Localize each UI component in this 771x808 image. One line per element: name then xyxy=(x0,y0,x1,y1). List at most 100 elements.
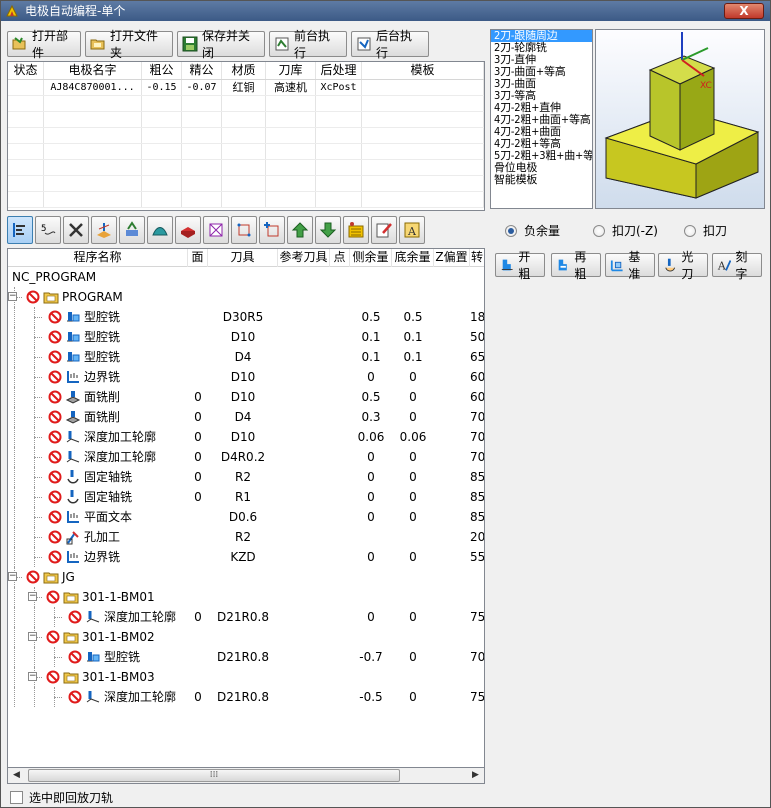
no-entry-icon xyxy=(68,650,82,664)
table-row[interactable]: 型腔铣 D10 0.1 0.1 500 xyxy=(8,327,484,347)
finish-tool-icon xyxy=(665,258,676,272)
cell-tool: D4 xyxy=(234,350,252,364)
rerough-button[interactable]: 再粗 xyxy=(551,250,601,281)
no-entry-icon xyxy=(26,570,40,584)
table-row[interactable]: 固定轴铣 0 R2 0 0 850 xyxy=(8,467,484,487)
no-entry-icon xyxy=(48,510,62,524)
tree-node[interactable]: − 301-1-BM03 xyxy=(8,667,484,687)
scroll-thumb[interactable]: ⁞⁞⁞ xyxy=(28,769,400,782)
tool-list-button[interactable] xyxy=(343,216,369,244)
scroll-left-icon[interactable]: ◀ xyxy=(8,768,25,783)
tool-path-button[interactable] xyxy=(91,216,117,244)
table-row[interactable]: 深度加工轮廓 0 D21R0.8 -0.5 0 750 xyxy=(8,687,484,707)
tree-node[interactable]: − JG xyxy=(8,567,484,587)
align-tool-button[interactable] xyxy=(7,216,33,244)
move-up-button[interactable] xyxy=(287,216,313,244)
open-folder-button[interactable]: 打开文件夹 xyxy=(85,29,173,60)
no-entry-icon xyxy=(48,330,62,344)
table-row[interactable]: 固定轴铣 0 R1 0 0 850 xyxy=(8,487,484,507)
move-down-button[interactable] xyxy=(315,216,341,244)
radio-cut-minus-z-label: 扣刀(-Z) xyxy=(612,224,658,238)
datum-button[interactable]: 基准 xyxy=(605,250,655,281)
tree-node[interactable]: NC_PROGRAM xyxy=(8,267,484,287)
save-and-close-button[interactable]: 保存并关闭 xyxy=(177,29,265,60)
add-boundary-button[interactable] xyxy=(259,216,285,244)
cell-speed: 850 xyxy=(470,470,485,484)
collapse-icon[interactable]: − xyxy=(28,672,37,681)
table-row[interactable]: 边界铣 D10 0 0 600 xyxy=(8,367,484,387)
align-left-icon xyxy=(13,223,25,237)
app-logo-icon xyxy=(6,4,18,17)
no-entry-icon xyxy=(48,470,62,484)
collapse-icon[interactable]: − xyxy=(8,572,17,581)
table-row[interactable]: 型腔铣 D4 0.1 0.1 650 xyxy=(8,347,484,367)
table-row[interactable]: 面铣削 0 D4 0.3 0 700 xyxy=(8,407,484,427)
table-row[interactable]: 面铣削 0 D10 0.5 0 600 xyxy=(8,387,484,407)
electrode-table[interactable]: 状态 电极名字 粗公 精公 材质 刀库 后处理 模板 AJ84C870001..… xyxy=(7,61,485,211)
verify-button[interactable] xyxy=(119,216,145,244)
table-row[interactable]: 深度加工轮廓 0 D10 0.06 0.06 700 xyxy=(8,427,484,447)
cell-speed: 750 xyxy=(470,610,485,624)
foreground-run-button[interactable]: 前台执行 xyxy=(269,29,347,60)
radio-cut-minus-z[interactable]: 扣刀(-Z) xyxy=(593,222,658,239)
replay-toolpath-box[interactable] xyxy=(10,791,23,804)
collapse-icon[interactable]: − xyxy=(28,592,37,601)
cell-speed: 850 xyxy=(470,490,485,504)
tree-node-label: 301-1-BM01 xyxy=(82,590,155,604)
cell-tool: D21R0.8 xyxy=(217,610,269,624)
datum-label: 基准 xyxy=(628,250,641,281)
tree-node[interactable]: − 301-1-BM02 xyxy=(8,627,484,647)
radio-negative-stock-dot[interactable] xyxy=(505,224,517,237)
cross-section-button[interactable] xyxy=(203,216,229,244)
background-run-button[interactable]: 后台执行 xyxy=(351,29,429,60)
replay-toolpath-checkbox[interactable]: 选中即回放刀轨 xyxy=(10,789,113,806)
open-part-button[interactable]: 打开部件 xyxy=(7,29,81,60)
radio-cut[interactable]: 扣刀 xyxy=(684,222,727,239)
list-item[interactable]: 智能模板 xyxy=(491,174,592,186)
table-row[interactable]: 边界铣 KZD 0 0 550 xyxy=(8,547,484,567)
table-row[interactable]: 平面文本 D0.6 0 0 850 xyxy=(8,507,484,527)
edit-button[interactable] xyxy=(371,216,397,244)
radio-cut-minus-z-dot[interactable] xyxy=(593,224,605,237)
table-row[interactable]: 孔加工 R2 200 xyxy=(8,527,484,547)
table-row[interactable]: 型腔铣 D30R5 0.5 0.5 180 xyxy=(8,307,484,327)
cell-face: 0 xyxy=(194,430,202,444)
table-row[interactable]: 深度加工轮廓 0 D4R0.2 0 0 700 xyxy=(8,447,484,467)
electrode-preview[interactable]: XC xyxy=(595,29,765,209)
drill-operation-icon xyxy=(66,531,79,545)
rough-button[interactable]: 开粗 xyxy=(495,250,545,281)
run-background-icon xyxy=(357,37,371,51)
engrave-text-button[interactable]: A xyxy=(399,216,425,244)
col-speed: 转 xyxy=(470,250,483,264)
cell-tool: R2 xyxy=(235,470,251,484)
finish-button[interactable]: 光刀 xyxy=(658,250,708,281)
program-tree[interactable]: 程序名称 面 刀具 参考刀具 点 侧余量 底余量 Z偏置 转 NC_PROGRA… xyxy=(7,248,485,782)
open-part-label: 打开部件 xyxy=(32,29,69,60)
cell-face xyxy=(188,347,208,367)
table-row[interactable]: AJ84C870001... -0.15 -0.07 红铜 高速机 XcPost xyxy=(8,80,484,96)
cell-face xyxy=(188,307,208,327)
table-row[interactable]: 型腔铣 D21R0.8 -0.7 0 700 xyxy=(8,647,484,667)
stock-button[interactable] xyxy=(175,216,201,244)
tree-node[interactable]: − 301-1-BM01 xyxy=(8,587,484,607)
cell-speed: 180 xyxy=(470,310,485,324)
engrave-button[interactable]: A 刻字 xyxy=(712,250,762,281)
collapse-icon[interactable]: − xyxy=(28,632,37,641)
template-list[interactable]: 2刀-跟随周边 2刀-轮廓铣 3刀-直伸 3刀-曲面+等高 3刀-曲面 3刀-等高 4刀-2… xyxy=(490,29,593,209)
cavity-operation-icon xyxy=(67,352,80,362)
verify-icon xyxy=(126,221,138,236)
surface-button[interactable] xyxy=(147,216,173,244)
boundary-points-button[interactable] xyxy=(231,216,257,244)
sequence-button[interactable]: 5 xyxy=(35,216,61,244)
scroll-right-icon[interactable]: ▶ xyxy=(467,768,484,783)
close-button[interactable]: X xyxy=(724,3,764,19)
no-entry-icon xyxy=(68,610,82,624)
collapse-icon[interactable]: − xyxy=(8,292,17,301)
tree-node[interactable]: − PROGRAM xyxy=(8,287,484,307)
radio-cut-dot[interactable] xyxy=(684,224,696,237)
horizontal-scrollbar[interactable]: ◀ ⁞⁞⁞ ▶ xyxy=(7,767,485,784)
delete-button[interactable] xyxy=(63,216,89,244)
radio-cut-label: 扣刀 xyxy=(703,224,728,238)
radio-negative-stock[interactable]: 负余量 xyxy=(505,222,560,239)
table-row[interactable]: 深度加工轮廓 0 D21R0.8 0 0 750 xyxy=(8,607,484,627)
